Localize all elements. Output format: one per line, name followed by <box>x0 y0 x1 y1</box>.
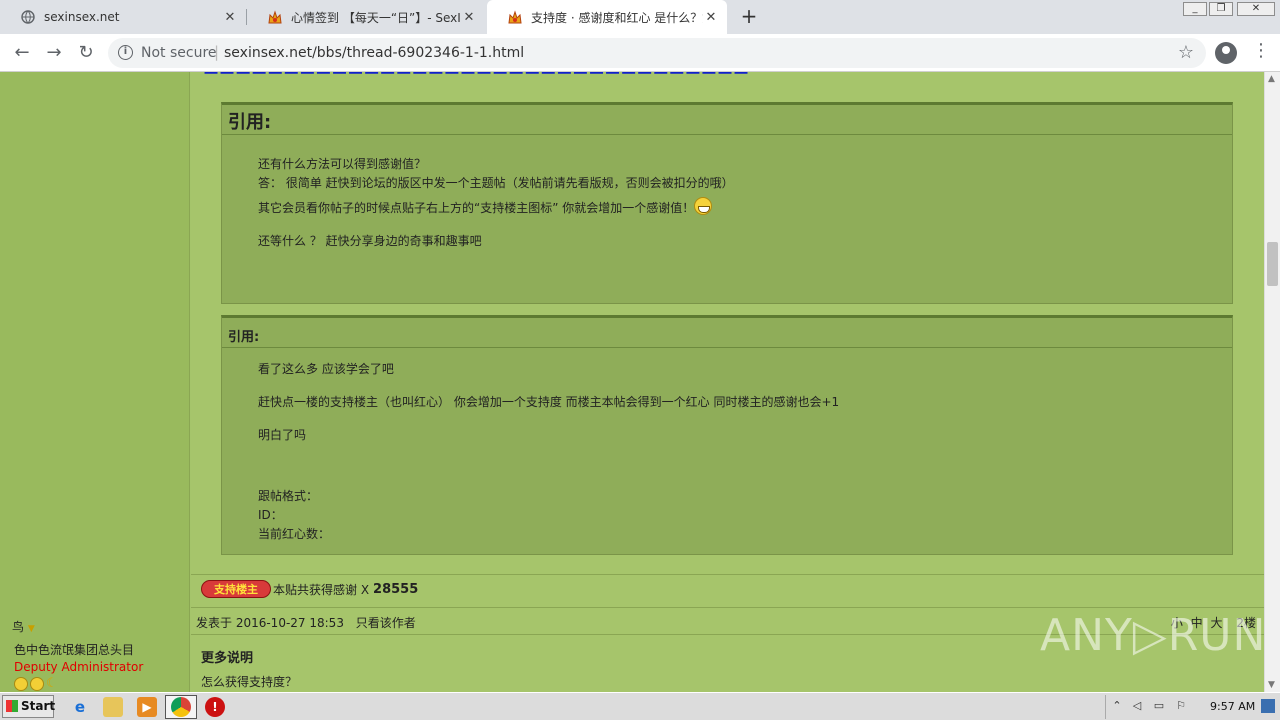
quote-line: 看了这么多 应该学会了吧 <box>258 362 394 376</box>
tab-title: 心情签到 【每天一“日”】- SexInSex! <box>291 10 461 25</box>
tab-support-faq[interactable]: 支持度 · 感谢度和红心 是什么？如 ✕ <box>487 0 727 34</box>
kebab-menu-icon[interactable]: ⋮ <box>1252 40 1270 61</box>
quote-line: 赶快点一楼的支持楼主（也叫红心） 你会增加一个支持度 而楼主本帖会得到一个红心 … <box>258 395 840 409</box>
support-op-badge[interactable]: 支持楼主 <box>201 580 271 598</box>
medal-smiley-icon <box>14 677 28 691</box>
medal-moon-icon: ☾ <box>46 676 58 691</box>
start-button[interactable]: Start <box>2 695 55 718</box>
author-group: 色中色流氓集团总头目 <box>14 643 135 657</box>
address-bar[interactable]: i Not secure | sexinsex.net/bbs/thread-6… <box>108 38 1206 68</box>
profile-avatar-icon[interactable] <box>1215 42 1237 64</box>
author-name-text[interactable]: 鸟 <box>12 620 24 634</box>
tab-title: 支持度 · 感谢度和红心 是什么？如 <box>531 10 703 25</box>
new-tab-button[interactable]: + <box>738 5 760 27</box>
only-author-link[interactable]: 只看该作者 <box>356 616 416 630</box>
author-rank: Deputy Administrator <box>14 660 144 674</box>
close-tab-icon[interactable]: ✕ <box>703 10 719 25</box>
divider: | <box>214 43 220 61</box>
author-column: 鸟 ▼ 色中色流氓集团总头目 Deputy Administrator ☾ <box>0 72 190 692</box>
divider <box>191 574 1264 575</box>
thanks-summary: 支持楼主 本贴共获得感谢 X 28555 <box>201 580 418 598</box>
bookmark-star-icon[interactable]: ☆ <box>1178 42 1194 63</box>
tab-strip: sexinsex.net ✕ 心情签到 【每天一“日”】- SexInSex! … <box>0 0 1280 34</box>
close-tab-icon[interactable]: ✕ <box>222 10 238 25</box>
media-player-icon[interactable]: ▶ <box>137 697 157 717</box>
volume-icon[interactable]: ◁ <box>1130 699 1144 713</box>
chrome-icon[interactable] <box>171 697 191 717</box>
globe-icon <box>20 9 36 25</box>
quote-header: 引用: <box>222 105 1232 135</box>
network-icon[interactable]: ▭ <box>1152 699 1166 713</box>
vertical-scrollbar[interactable]: ▲ ▼ <box>1264 72 1280 692</box>
reload-icon[interactable]: ↻ <box>74 41 98 65</box>
url-text[interactable]: sexinsex.net/bbs/thread-6902346-1-1.html <box>224 45 524 61</box>
scrollbar-thumb[interactable] <box>1267 242 1278 286</box>
site-logo-icon <box>507 9 523 25</box>
medal-smiley-icon <box>30 677 44 691</box>
grin-smiley-icon <box>694 197 713 215</box>
quote-body: 还有什么方法可以得到感谢值？ 答： 很简单 赶快到论坛的版区中发一个主题帖（发帖… <box>222 135 1232 251</box>
info-icon[interactable]: i <box>118 45 133 60</box>
tab-title: sexinsex.net <box>44 10 120 24</box>
quote-line: 还有什么方法可以得到感谢值？ <box>258 157 427 171</box>
system-tray: ⌃ ◁ ▭ ⚐ 9:57 AM <box>1105 695 1278 719</box>
site-logo-icon <box>267 9 283 25</box>
quote-line: 还等什么 ？ 赶快分享身边的奇事和趣事吧 <box>258 234 482 248</box>
minimize-button[interactable]: _ <box>1183 2 1207 16</box>
restore-button[interactable]: ❐ <box>1209 2 1233 16</box>
tab-checkin[interactable]: 心情签到 【每天一“日”】- SexInSex! ✕ <box>247 0 485 34</box>
thanks-count: 28555 <box>373 581 419 597</box>
author-name[interactable]: 鸟 ▼ <box>12 618 35 635</box>
forward-arrow-icon[interactable]: → <box>42 41 66 65</box>
post-text: 怎么获得支持度？ <box>201 675 298 689</box>
tab-sexinsex[interactable]: sexinsex.net ✕ <box>0 0 246 34</box>
post-title: 更多说明 <box>201 651 254 666</box>
medals: ☾ <box>14 677 143 691</box>
quote-line: ID： <box>258 508 283 522</box>
page-viewport: 鸟 ▼ 色中色流氓集团总头目 Deputy Administrator ☾ ▬▬… <box>0 72 1264 692</box>
post-content: ▬▬▬▬▬▬▬▬▬▬▬▬▬▬▬▬▬▬▬▬▬▬▬▬▬▬▬▬▬▬▬▬▬▬ 引用: 还… <box>191 72 1264 692</box>
quote-line: 跟帖格式： <box>258 489 319 503</box>
show-desktop-icon[interactable] <box>1261 699 1275 713</box>
clock[interactable]: 9:57 AM <box>1210 700 1255 713</box>
partially-hidden-link[interactable]: ▬▬▬▬▬▬▬▬▬▬▬▬▬▬▬▬▬▬▬▬▬▬▬▬▬▬▬▬▬▬▬▬▬▬ <box>203 72 749 80</box>
thanks-text: 本贴共获得感谢 X <box>273 582 370 597</box>
quote-header: 引用: <box>222 318 1232 348</box>
quote-line: 其它会员看你帖子的时候点贴子右上方的“支持楼主图标” 你就会增加一个感谢值！ <box>258 201 695 215</box>
post-meta: 发表于 2016-10-27 18:53 只看该作者 <box>196 614 424 631</box>
quote-block: 引用: 还有什么方法可以得到感谢值？ 答： 很简单 赶快到论坛的版区中发一个主题… <box>221 102 1233 304</box>
dropdown-arrow-icon[interactable]: ▼ <box>28 624 35 634</box>
security-label: Not secure <box>141 45 217 61</box>
quote-line: 答： 很简单 赶快到论坛的版区中发一个主题帖（发帖前请先看版规，否则会被扣分的哦… <box>258 176 734 190</box>
author-info: 色中色流氓集团总头目 Deputy Administrator ☾ <box>14 642 143 691</box>
quote-line: 明白了吗 <box>258 428 307 442</box>
folder-icon[interactable] <box>103 697 123 717</box>
anyrun-watermark: ANY▷RUN <box>1040 610 1264 661</box>
back-arrow-icon[interactable]: ← <box>10 41 34 65</box>
internet-explorer-icon[interactable]: e <box>70 697 90 717</box>
taskbar: Start e ▶ ! ⌃ ◁ ▭ ⚐ 9:57 AM <box>0 692 1280 720</box>
tray-expand-icon[interactable]: ⌃ <box>1110 699 1124 713</box>
divider <box>191 607 1264 608</box>
toolbar: ← → ↻ i Not secure | sexinsex.net/bbs/th… <box>0 34 1280 72</box>
close-tab-icon[interactable]: ✕ <box>461 10 477 25</box>
stop-icon[interactable]: ! <box>205 697 225 717</box>
flag-icon[interactable]: ⚐ <box>1174 699 1188 713</box>
quote-body: 看了这么多 应该学会了吧 赶快点一楼的支持楼主（也叫红心） 你会增加一个支持度 … <box>222 348 1232 544</box>
scroll-up-arrow-icon[interactable]: ▲ <box>1268 74 1275 84</box>
post-date: 发表于 2016-10-27 18:53 <box>196 616 344 630</box>
quote-block: 引用: 看了这么多 应该学会了吧 赶快点一楼的支持楼主（也叫红心） 你会增加一个… <box>221 315 1233 555</box>
scroll-down-arrow-icon[interactable]: ▼ <box>1268 680 1275 690</box>
close-window-button[interactable]: ✕ <box>1237 2 1275 16</box>
quote-line: 当前红心数： <box>258 527 331 541</box>
